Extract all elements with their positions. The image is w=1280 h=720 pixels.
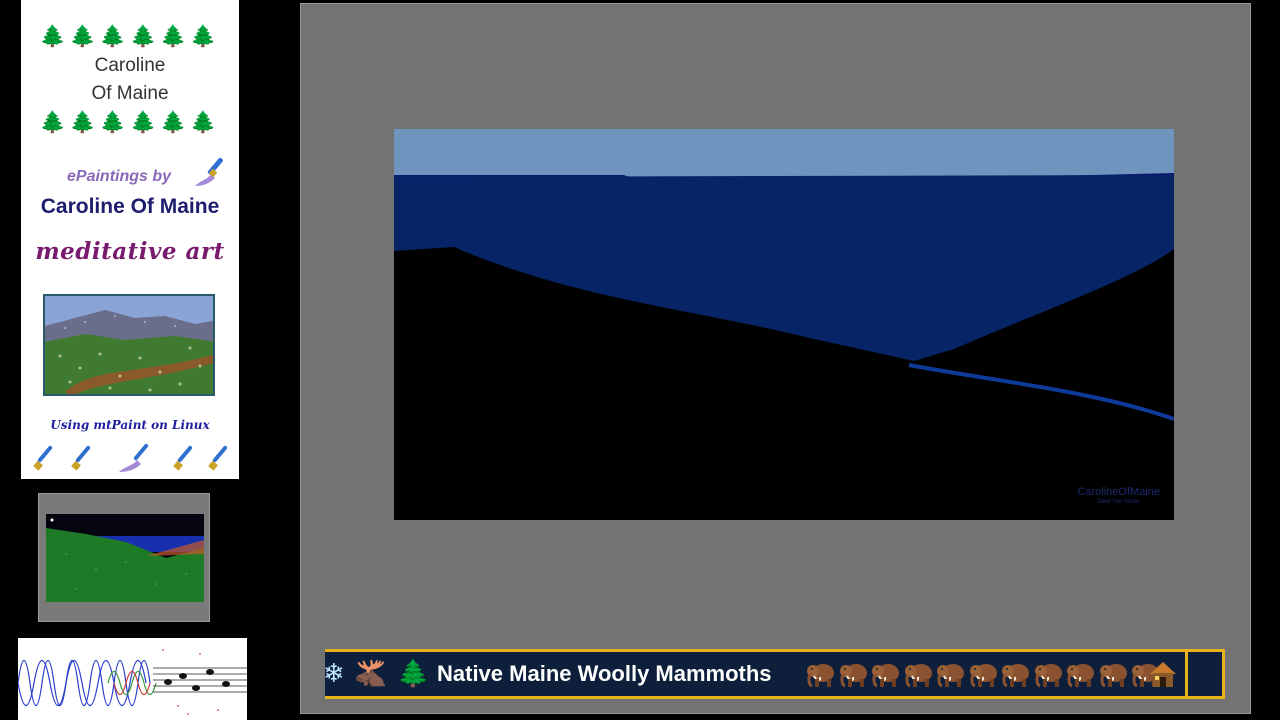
- mammoth-icon: [1099, 664, 1127, 688]
- brand-name-line-2: Of Maine: [91, 83, 169, 104]
- mammoth-icon: [1002, 664, 1029, 688]
- tree-row-bottom: 🌲🌲🌲🌲🌲🌲: [39, 110, 221, 134]
- ticker-bar: ❄ 🫎 🌲 Native Maine Woolly Mammoths: [325, 649, 1225, 699]
- mammoth-icon: [839, 664, 867, 688]
- watermark-subtitle: Deer Isle Stone: [1098, 499, 1140, 505]
- paintbrush-icon: [173, 445, 193, 471]
- mammoth-icon-row: [805, 658, 1163, 690]
- mammoth-icon: [872, 664, 899, 688]
- mammoth-icon: [904, 664, 932, 688]
- paintbrush-icon: [71, 445, 91, 471]
- paintbrush-row: [33, 443, 228, 472]
- mammoth-icon: [969, 664, 997, 688]
- tree-row-top: 🌲🌲🌲🌲🌲🌲: [39, 24, 221, 48]
- mountain-painting-thumbnail: [43, 294, 215, 396]
- watermark-name: CarolineOfMaine: [1077, 486, 1160, 498]
- brand-card: 🌲🌲🌲🌲🌲🌲 Caroline Of Maine 🌲🌲🌲🌲🌲🌲 ePaintin…: [21, 0, 239, 479]
- ticker-end-box: [1185, 652, 1225, 696]
- paintbrush-icon: [119, 443, 149, 472]
- cabin-icon: [1150, 662, 1176, 687]
- brand-title: Caroline Of Maine: [40, 195, 220, 218]
- brand-name-line-1: Caroline: [94, 55, 166, 76]
- epaintings-by-label: ePaintings by: [67, 168, 172, 185]
- mammoth-icon: [937, 664, 964, 688]
- ticker-icons: ❄ 🫎 🌲: [325, 652, 440, 696]
- brand-tagline: meditative art: [35, 238, 225, 265]
- main-painting[interactable]: CarolineOfMaine Deer Isle Stone: [394, 129, 1174, 520]
- paintbrush-icon: [33, 445, 53, 471]
- paintbrush-icon: [208, 445, 228, 471]
- canvas-area[interactable]: CarolineOfMaine Deer Isle Stone: [300, 3, 1251, 714]
- snowflake-icon: ❄: [325, 659, 345, 689]
- music-waveform-strip: [18, 638, 247, 720]
- paintbrush-icon: [195, 157, 223, 186]
- ticker-headline: Native Maine Woolly Mammoths: [437, 661, 772, 686]
- mtpaint-caption: Using mtPaint on Linux: [50, 418, 210, 432]
- night-painting-preview: [38, 493, 210, 622]
- mammoth-icon: [1034, 664, 1062, 688]
- mammoth-icon: [807, 664, 834, 688]
- moose-icon: 🫎: [354, 659, 388, 689]
- night-painting-image: [46, 514, 204, 602]
- tree-icon: 🌲: [397, 659, 430, 689]
- mammoth-icon: [1067, 664, 1094, 688]
- painting-watermark: CarolineOfMaine Deer Isle Stone: [1077, 486, 1160, 506]
